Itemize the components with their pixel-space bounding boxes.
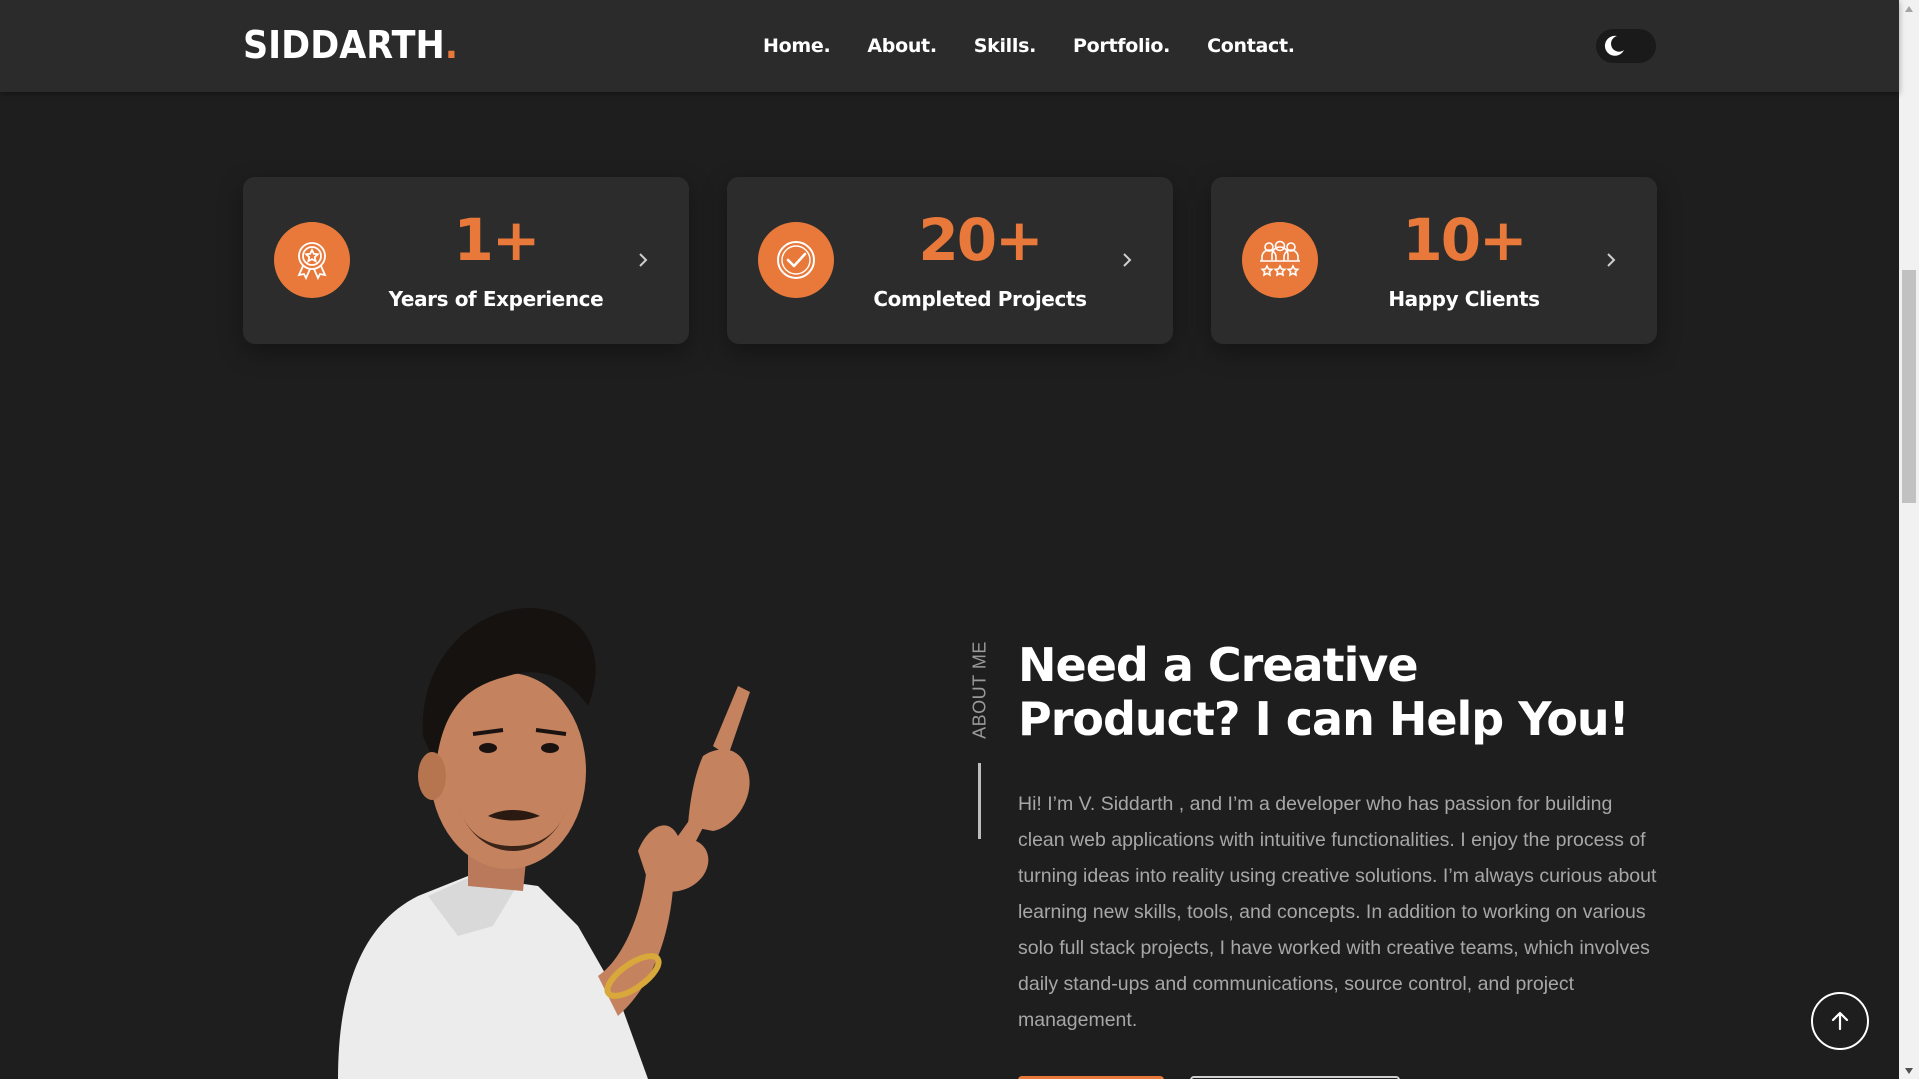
theme-toggle[interactable] (1596, 29, 1656, 63)
stat-label: Completed Projects (873, 287, 1087, 311)
logo-text: SIDDARTH (243, 23, 445, 67)
chevron-right-icon[interactable] (1601, 250, 1621, 270)
about-heading: Need a Creative Product? I can Help You! (1018, 638, 1658, 746)
stat-card-projects[interactable]: 20+ Completed Projects (727, 177, 1173, 344)
site-header: SIDDARTH. Home. About. Skills. Portfolio… (0, 0, 1899, 92)
about-paragraph: Hi! I’m V. Siddarth , and I’m a develope… (1018, 793, 1657, 1031)
moon-icon (1604, 35, 1624, 56)
page-scrollbar[interactable] (1899, 0, 1919, 1079)
stat-card-experience[interactable]: 1+ Years of Experience (243, 177, 689, 344)
chevron-right-icon[interactable] (633, 250, 653, 270)
nav-home[interactable]: Home. (763, 30, 831, 62)
stat-label: Happy Clients (1388, 287, 1540, 311)
about-side-label: ABOUT ME (969, 641, 990, 739)
stats-section: 1+ Years of Experience 20+ Completed Pro… (243, 177, 1657, 344)
arrow-up-icon (1831, 1011, 1849, 1031)
nav-skills[interactable]: Skills. (974, 30, 1037, 62)
scroll-down-arrow[interactable] (1899, 1062, 1919, 1079)
profile-photo (318, 596, 838, 1079)
about-heading-line1: Need a Creative (1018, 638, 1419, 692)
nav-portfolio[interactable]: Portfolio. (1073, 30, 1170, 62)
main-nav: Home. About. Skills. Portfolio. Contact. (763, 30, 1295, 62)
site-logo[interactable]: SIDDARTH. (243, 22, 458, 68)
award-badge-icon (274, 222, 350, 298)
nav-contact[interactable]: Contact. (1207, 30, 1295, 62)
nav-about[interactable]: About. (867, 30, 937, 62)
about-heading-line2: Product? I can Help You! (1018, 692, 1630, 746)
clients-stars-icon (1242, 222, 1318, 298)
stat-value: 20+ (918, 206, 1043, 274)
check-circle-icon (758, 222, 834, 298)
stat-card-clients[interactable]: 10+ Happy Clients (1211, 177, 1657, 344)
stat-value: 10+ (1402, 206, 1527, 274)
scrollbar-thumb[interactable] (1902, 270, 1916, 503)
stat-label: Years of Experience (388, 287, 604, 311)
scroll-to-top-button[interactable] (1811, 992, 1869, 1050)
about-divider (978, 763, 981, 839)
logo-dot: . (444, 23, 459, 67)
chevron-right-icon[interactable] (1117, 250, 1137, 270)
scroll-up-arrow[interactable] (1899, 0, 1919, 17)
stat-value: 1+ (453, 206, 541, 274)
about-me-label: ABOUT ME (968, 640, 992, 740)
